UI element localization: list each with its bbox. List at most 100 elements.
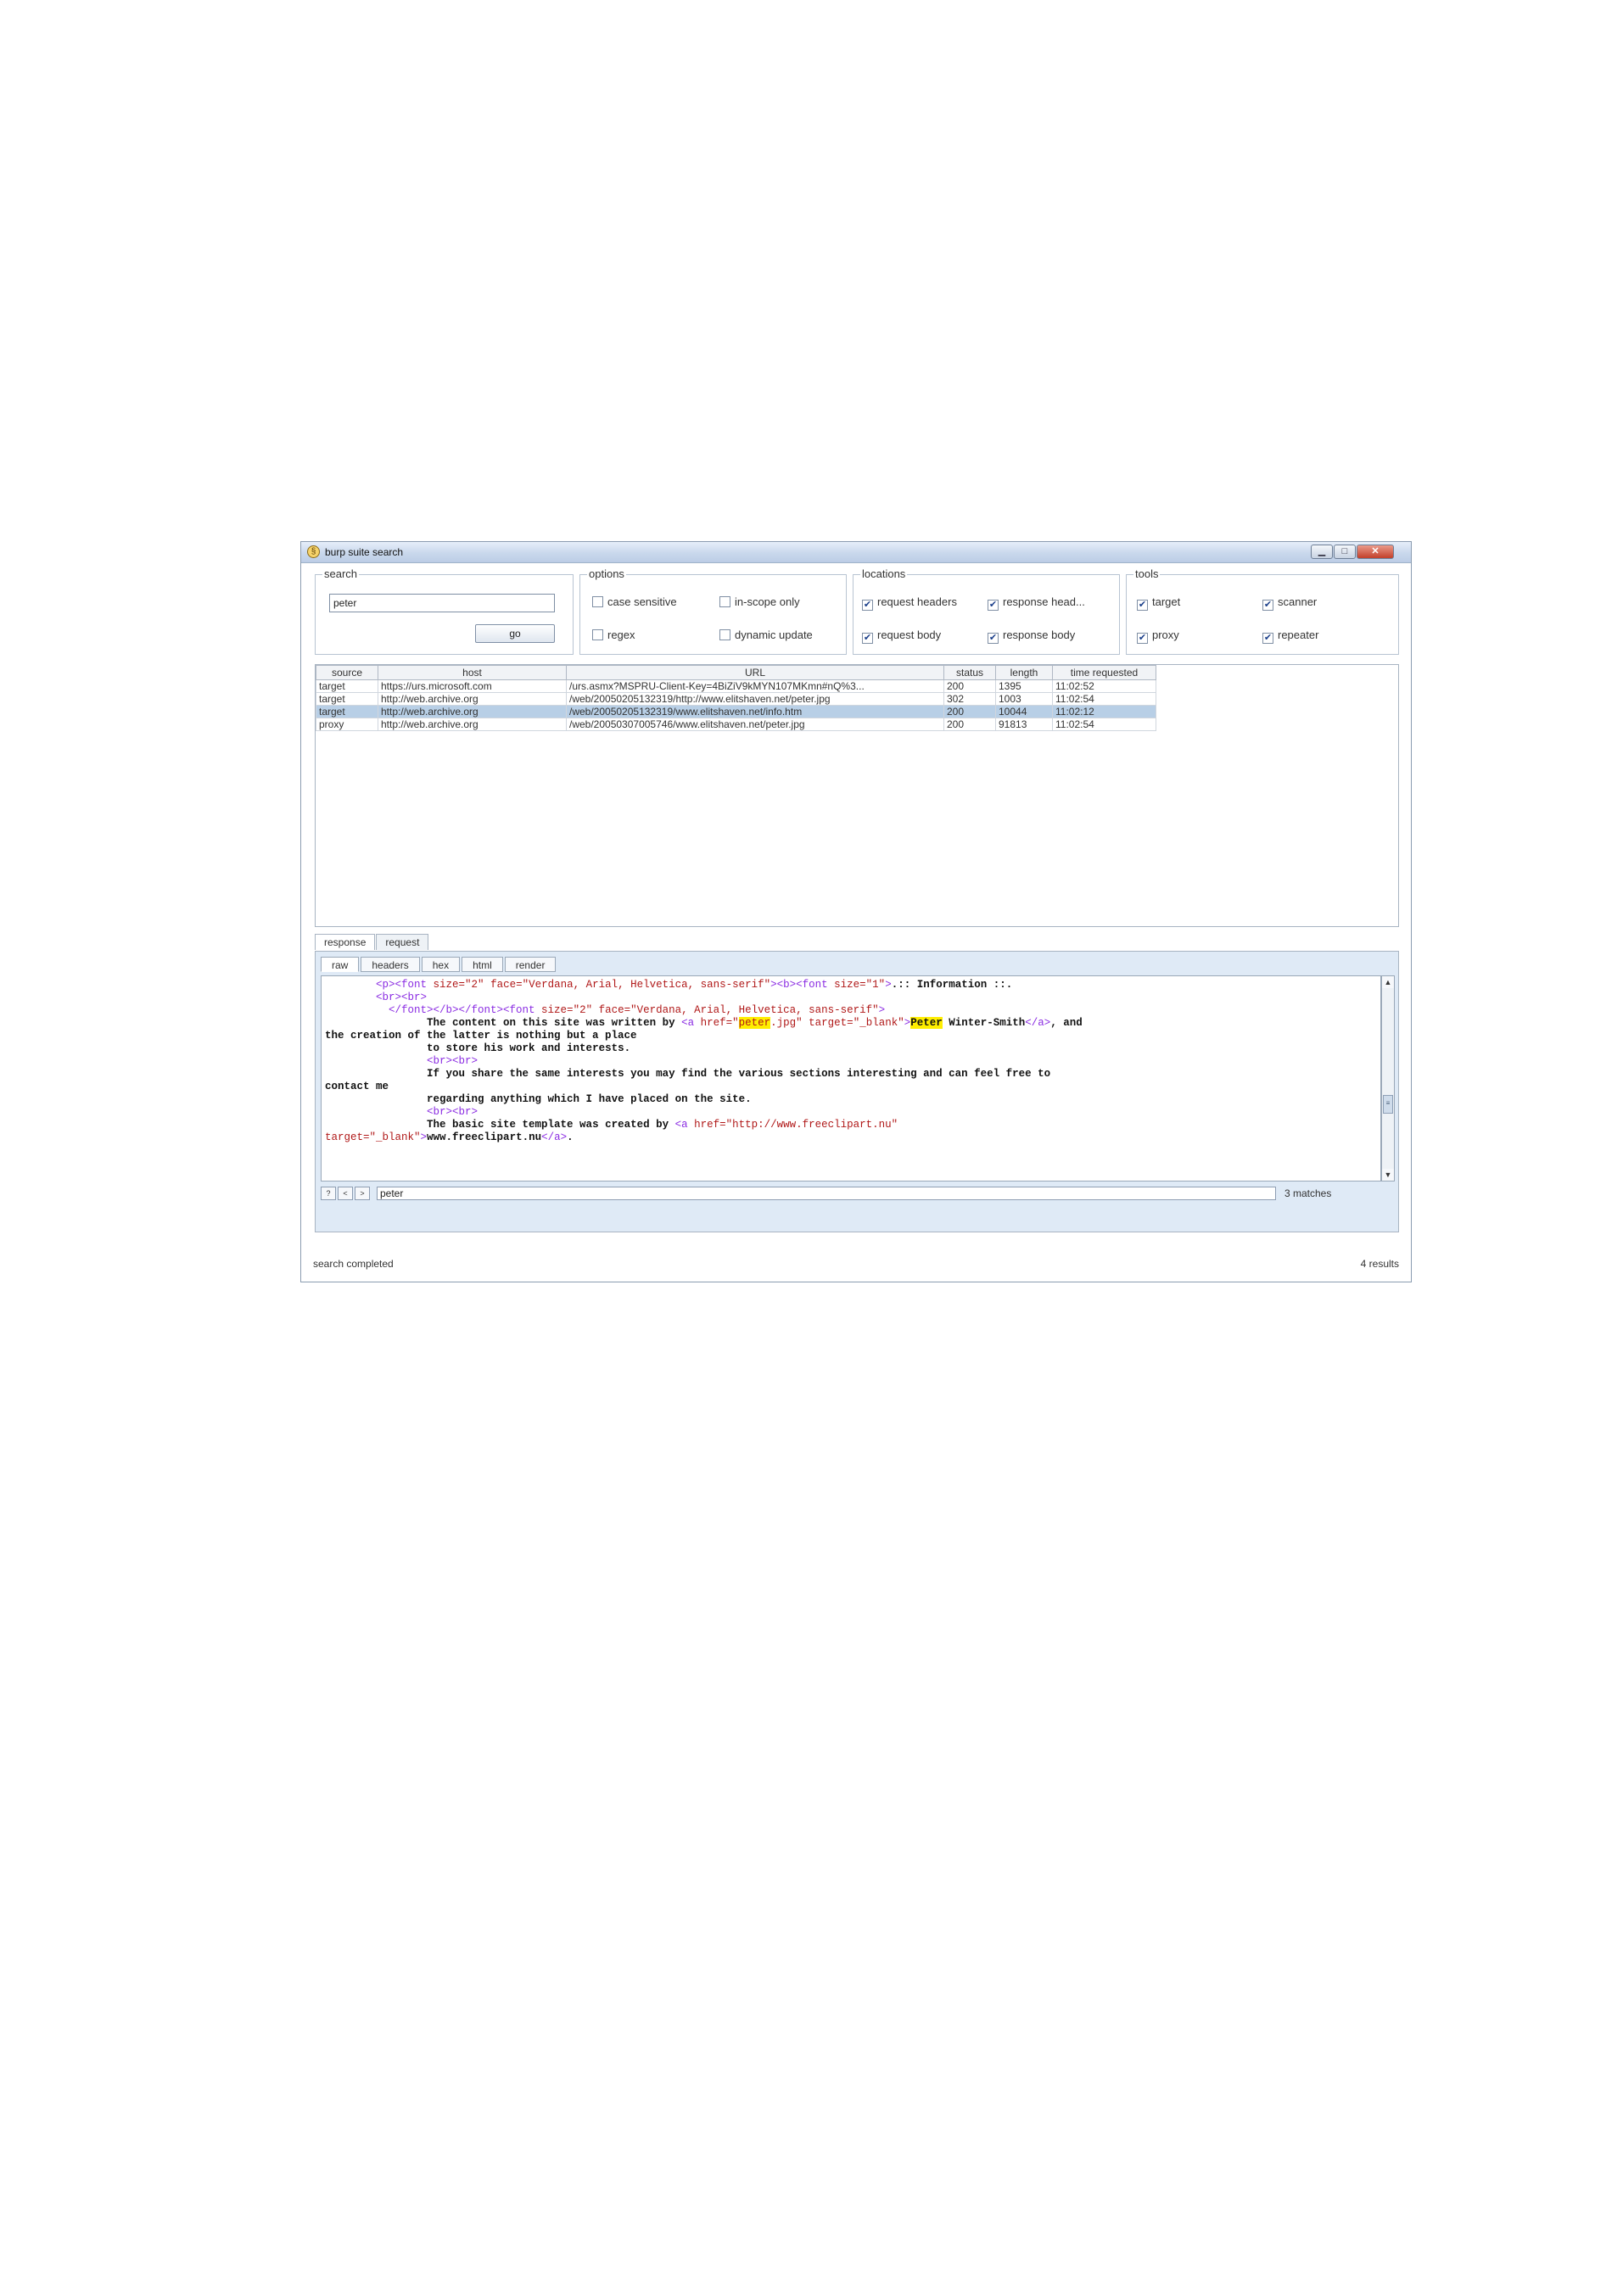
- status-text: search completed: [313, 1258, 394, 1270]
- column-header-url[interactable]: URL: [566, 665, 944, 680]
- cell-url: /web/20050307005746/www.elitshaven.net/p…: [566, 718, 944, 731]
- target-checkbox[interactable]: ✔ target: [1137, 595, 1180, 611]
- column-header-status[interactable]: status: [943, 665, 996, 680]
- cell-host: http://web.archive.org: [378, 692, 567, 706]
- tab-raw[interactable]: raw: [321, 957, 360, 972]
- checkbox-label: response body: [1003, 628, 1076, 641]
- tab-html[interactable]: html: [462, 957, 503, 972]
- checkbox-label: scanner: [1278, 595, 1318, 608]
- checkbox-label: target: [1152, 595, 1181, 608]
- checkbox-box[interactable]: [592, 629, 603, 640]
- tab-response[interactable]: response: [315, 934, 376, 950]
- scroll-thumb[interactable]: ≡: [1383, 1095, 1393, 1114]
- in-scope-only-checkbox[interactable]: in-scope only: [719, 595, 800, 608]
- code-text: the creation of the latter is nothing bu…: [325, 1030, 637, 1042]
- html-attr: target=: [325, 1131, 370, 1143]
- checkbox-label: case sensitive: [607, 595, 677, 608]
- checkbox-box[interactable]: [719, 629, 730, 640]
- cell-url: /web/20050205132319/www.elitshaven.net/i…: [566, 705, 944, 718]
- checkmark-icon[interactable]: ✔: [1137, 600, 1148, 611]
- html-tag: <a: [681, 1017, 701, 1029]
- checkbox-label: repeater: [1278, 628, 1319, 641]
- checkbox-box[interactable]: [719, 596, 730, 607]
- dynamic-update-checkbox[interactable]: dynamic update: [719, 628, 813, 641]
- minimize-button[interactable]: ▁: [1311, 545, 1333, 559]
- tab-render[interactable]: render: [504, 957, 557, 972]
- scroll-up-icon[interactable]: ▲: [1382, 976, 1394, 988]
- html-value: "_blank": [853, 1017, 904, 1029]
- request-body-checkbox[interactable]: ✔ request body: [862, 628, 941, 644]
- close-button[interactable]: ✕: [1357, 545, 1394, 559]
- cell-time: 11:02:54: [1052, 718, 1156, 731]
- checkbox-box[interactable]: [592, 596, 603, 607]
- cell-host: http://web.archive.org: [378, 718, 567, 731]
- table-row[interactable]: target http://web.archive.org /web/20050…: [316, 692, 1156, 706]
- code-text: contact me: [325, 1081, 389, 1092]
- html-value: "Verdana, Arial, Helvetica, sans-serif": [522, 979, 771, 991]
- tab-headers[interactable]: headers: [361, 957, 420, 972]
- vertical-scrollbar[interactable]: ▲ ≡ ▼: [1381, 975, 1395, 1182]
- raw-response-text[interactable]: <p><font size="2" face="Verdana, Arial, …: [321, 975, 1381, 1182]
- cell-status: 302: [943, 692, 996, 706]
- cell-length: 91813: [995, 718, 1053, 731]
- title-bar[interactable]: § burp suite search ▁ □ ✕: [301, 542, 1411, 563]
- checkmark-icon[interactable]: ✔: [988, 633, 999, 644]
- checkmark-icon[interactable]: ✔: [862, 633, 873, 644]
- request-headers-checkbox[interactable]: ✔ request headers: [862, 595, 957, 611]
- checkmark-icon[interactable]: ✔: [1262, 633, 1273, 644]
- search-input[interactable]: [329, 594, 555, 612]
- column-header-source[interactable]: source: [316, 665, 378, 680]
- find-input[interactable]: [377, 1187, 1276, 1200]
- html-attr: size=: [834, 979, 866, 991]
- window-content: search go options case sensitive in-scop…: [305, 566, 1408, 1278]
- response-headers-checkbox[interactable]: ✔ response head...: [988, 595, 1085, 611]
- html-attr: href=: [700, 1017, 733, 1029]
- html-attr: size=: [433, 979, 466, 991]
- cell-time: 11:02:54: [1052, 692, 1156, 706]
- view-tabs: raw headers hex html render: [321, 957, 557, 974]
- maximize-button[interactable]: □: [1334, 545, 1356, 559]
- checkmark-icon[interactable]: ✔: [988, 600, 999, 611]
- search-highlight: peter: [738, 1017, 771, 1029]
- cell-status: 200: [943, 679, 996, 693]
- code-text: If you share the same interests you may …: [427, 1068, 1051, 1080]
- html-tag: >: [420, 1131, 428, 1143]
- html-value: "http://www.freeclipart.nu": [725, 1119, 898, 1131]
- html-value: "Verdana, Arial, Helvetica, sans-serif": [630, 1004, 879, 1016]
- html-tag: </a>: [541, 1131, 568, 1143]
- tab-request[interactable]: request: [376, 934, 429, 950]
- proxy-checkbox[interactable]: ✔ proxy: [1137, 628, 1179, 644]
- options-group-title: options: [587, 567, 626, 580]
- response-body-checkbox[interactable]: ✔ response body: [988, 628, 1075, 644]
- checkmark-icon[interactable]: ✔: [1137, 633, 1148, 644]
- code-text: , and: [1050, 1017, 1083, 1029]
- case-sensitive-checkbox[interactable]: case sensitive: [592, 595, 677, 608]
- repeater-checkbox[interactable]: ✔ repeater: [1262, 628, 1318, 644]
- scroll-down-icon[interactable]: ▼: [1382, 1169, 1394, 1181]
- cell-length: 1003: [995, 692, 1053, 706]
- table-row[interactable]: target https://urs.microsoft.com /urs.as…: [316, 679, 1156, 693]
- search-group: search go: [315, 567, 574, 655]
- go-button[interactable]: go: [475, 624, 555, 643]
- regex-checkbox[interactable]: regex: [592, 628, 635, 641]
- scanner-checkbox[interactable]: ✔ scanner: [1262, 595, 1317, 611]
- cell-source: target: [316, 692, 378, 706]
- column-header-host[interactable]: host: [378, 665, 567, 680]
- tab-hex[interactable]: hex: [421, 957, 461, 972]
- table-row[interactable]: proxy http://web.archive.org /web/200503…: [316, 718, 1156, 731]
- column-header-length[interactable]: length: [995, 665, 1053, 680]
- help-button[interactable]: ?: [321, 1187, 336, 1200]
- next-match-button[interactable]: >: [355, 1187, 370, 1200]
- table-row-selected[interactable]: target http://web.archive.org /web/20050…: [316, 705, 1156, 718]
- table-header-row: source host URL status length time reque…: [316, 665, 1156, 680]
- column-header-time-requested[interactable]: time requested: [1052, 665, 1156, 680]
- checkmark-icon[interactable]: ✔: [1262, 600, 1273, 611]
- html-tag: >: [885, 979, 892, 991]
- find-bar: ? < > 3 matches: [321, 1186, 1395, 1203]
- previous-match-button[interactable]: <: [338, 1187, 353, 1200]
- html-tag: <br><br>: [427, 1055, 479, 1067]
- window-title: burp suite search: [325, 546, 404, 558]
- html-tag: ><b><font: [770, 979, 835, 991]
- html-value: "_blank": [369, 1131, 421, 1143]
- checkmark-icon[interactable]: ✔: [862, 600, 873, 611]
